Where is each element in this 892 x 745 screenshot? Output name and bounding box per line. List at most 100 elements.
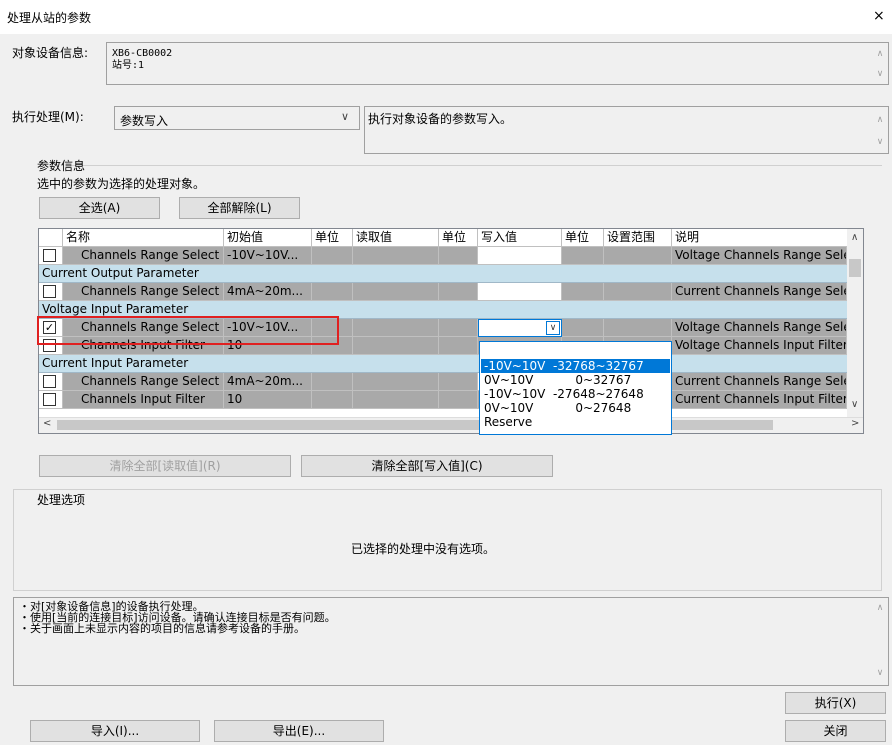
param-group-line [70,165,882,166]
param-group-label: 参数信息 [37,159,86,173]
vertical-scroll-thumb[interactable] [849,259,861,277]
deselect-all-button[interactable]: 全部解除(L) [179,197,300,219]
scroll-left-icon[interactable]: < [43,418,51,429]
group-row: Current Input Parameter [39,355,847,373]
read-unit-cell [439,319,478,337]
read-value-cell [353,337,439,355]
write-value-cell[interactable] [478,247,562,265]
read-value-cell [353,247,439,265]
close-button[interactable]: 关闭 [785,720,886,742]
device-info-box: XB6-CB0002 站号:1 ∧ ∨ [106,42,889,85]
column-header-range[interactable]: 设置范围 [604,229,672,247]
read-unit-cell [439,391,478,409]
initial-value: 4mA~20m... [224,283,312,301]
process-select[interactable]: 参数写入 ∨ [114,106,360,130]
scroll-down-icon[interactable]: ∨ [873,69,887,79]
column-header-write[interactable]: 写入值 [478,229,562,247]
select-all-button[interactable]: 全选(A) [39,197,160,219]
window-title: 处理从站的参数 [7,11,92,25]
read-value-cell [353,373,439,391]
import-button[interactable]: 导入(I)... [30,720,200,742]
read-value-cell [353,283,439,301]
write-value-dropdown-list[interactable]: -10V~10V -32768~32767 0V~10V 0~32767 -10V~… [479,341,672,435]
dropdown-option[interactable]: Reserve [481,415,670,429]
column-header-read-unit[interactable]: 单位 [439,229,478,247]
read-unit-cell [439,283,478,301]
checkbox[interactable] [43,285,56,298]
write-unit-cell [562,283,604,301]
param-name: Channels Range Select [63,373,224,391]
clear-read-values-button[interactable]: 清除全部[读取值](R) [39,455,291,477]
checkbox[interactable] [43,375,56,388]
range-cell [604,319,672,337]
read-value-cell [353,391,439,409]
group-row: Current Output Parameter [39,265,847,283]
process-selected-value: 参数写入 [120,114,169,128]
dropdown-option[interactable]: -10V~10V -27648~27648 [481,387,670,401]
column-header-initial[interactable]: 初始值 [224,229,312,247]
range-cell [604,283,672,301]
read-unit-cell [439,337,478,355]
scroll-right-icon[interactable]: > [851,418,859,429]
param-hint: 选中的参数为选择的处理对象。 [37,177,206,191]
write-unit-cell [562,319,604,337]
scroll-down-icon[interactable]: ∨ [851,399,858,410]
description-cell: Voltage Channels Range Select [672,319,847,337]
read-unit-cell [439,373,478,391]
process-description: 执行对象设备的参数写入。 [368,112,513,126]
initial-value: -10V~10V... [224,247,312,265]
description-cell: Voltage Channels Range Select [672,247,847,265]
options-empty-text: 已选择的处理中没有选项。 [351,542,496,556]
scroll-up-icon[interactable]: ∧ [873,49,887,59]
initial-value: 4mA~20m... [224,373,312,391]
description-cell: Voltage Channels Input Filter Se [672,337,847,355]
device-info-label: 对象设备信息: [12,46,89,60]
range-cell [604,247,672,265]
options-group-label: 处理选项 [35,491,88,508]
checkbox[interactable] [43,393,56,406]
selection-highlight [37,316,339,345]
column-header-description[interactable]: 说明 [672,229,863,247]
execute-button[interactable]: 执行(X) [785,692,886,714]
vertical-scrollbar[interactable] [847,229,863,417]
write-value-cell[interactable] [478,283,562,301]
row-check-cell[interactable] [39,391,63,409]
scroll-up-icon[interactable]: ∧ [851,232,858,243]
row-check-cell[interactable] [39,373,63,391]
description-cell: Current Channels Range Select [672,283,847,301]
unit-cell [312,391,353,409]
scroll-down-icon[interactable]: ∨ [873,137,887,147]
process-label: 执行处理(M): [12,110,84,124]
scroll-up-icon[interactable]: ∧ [873,603,887,613]
write-value-cell[interactable]: ∨ [478,319,562,337]
dropdown-option[interactable]: 0V~10V 0~27648 [481,401,670,415]
dropdown-option[interactable]: -10V~10V -32768~32767 [481,359,670,373]
scroll-up-icon[interactable]: ∧ [873,115,887,125]
description-cell: Current Channels Range Select [672,373,847,391]
row-check-cell[interactable] [39,283,63,301]
unit-cell [312,247,353,265]
close-icon[interactable]: × [873,8,885,24]
column-header-read[interactable]: 读取值 [353,229,439,247]
read-unit-cell [439,247,478,265]
param-name: Channels Input Filter [63,391,224,409]
checkbox[interactable] [43,249,56,262]
clear-write-values-button[interactable]: 清除全部[写入值](C) [301,455,553,477]
description-cell: Current Channels Input Filter Se [672,391,847,409]
device-model: XB6-CB0002 [112,48,173,59]
unit-cell [312,373,353,391]
scroll-down-icon[interactable]: ∨ [873,668,887,678]
chevron-down-icon[interactable]: ∨ [546,321,560,335]
export-button[interactable]: 导出(E)... [214,720,384,742]
notes-box: ・对[对象设备信息]的设备执行处理。 ・使用[当前的连接目标]访问设备。请确认连接… [13,597,889,686]
notes-list: ・对[对象设备信息]的设备执行处理。 ・使用[当前的连接目标]访问设备。请确认连接… [19,601,336,634]
read-value-cell [353,319,439,337]
chevron-down-icon: ∨ [341,110,350,123]
column-header-unit[interactable]: 单位 [312,229,353,247]
column-header-name[interactable]: 名称 [63,229,224,247]
row-check-cell[interactable] [39,247,63,265]
station-number: 站号:1 [112,60,145,71]
dropdown-option[interactable]: 0V~10V 0~32767 [481,373,670,387]
column-header-write-unit[interactable]: 单位 [562,229,604,247]
initial-value: 10 [224,391,312,409]
